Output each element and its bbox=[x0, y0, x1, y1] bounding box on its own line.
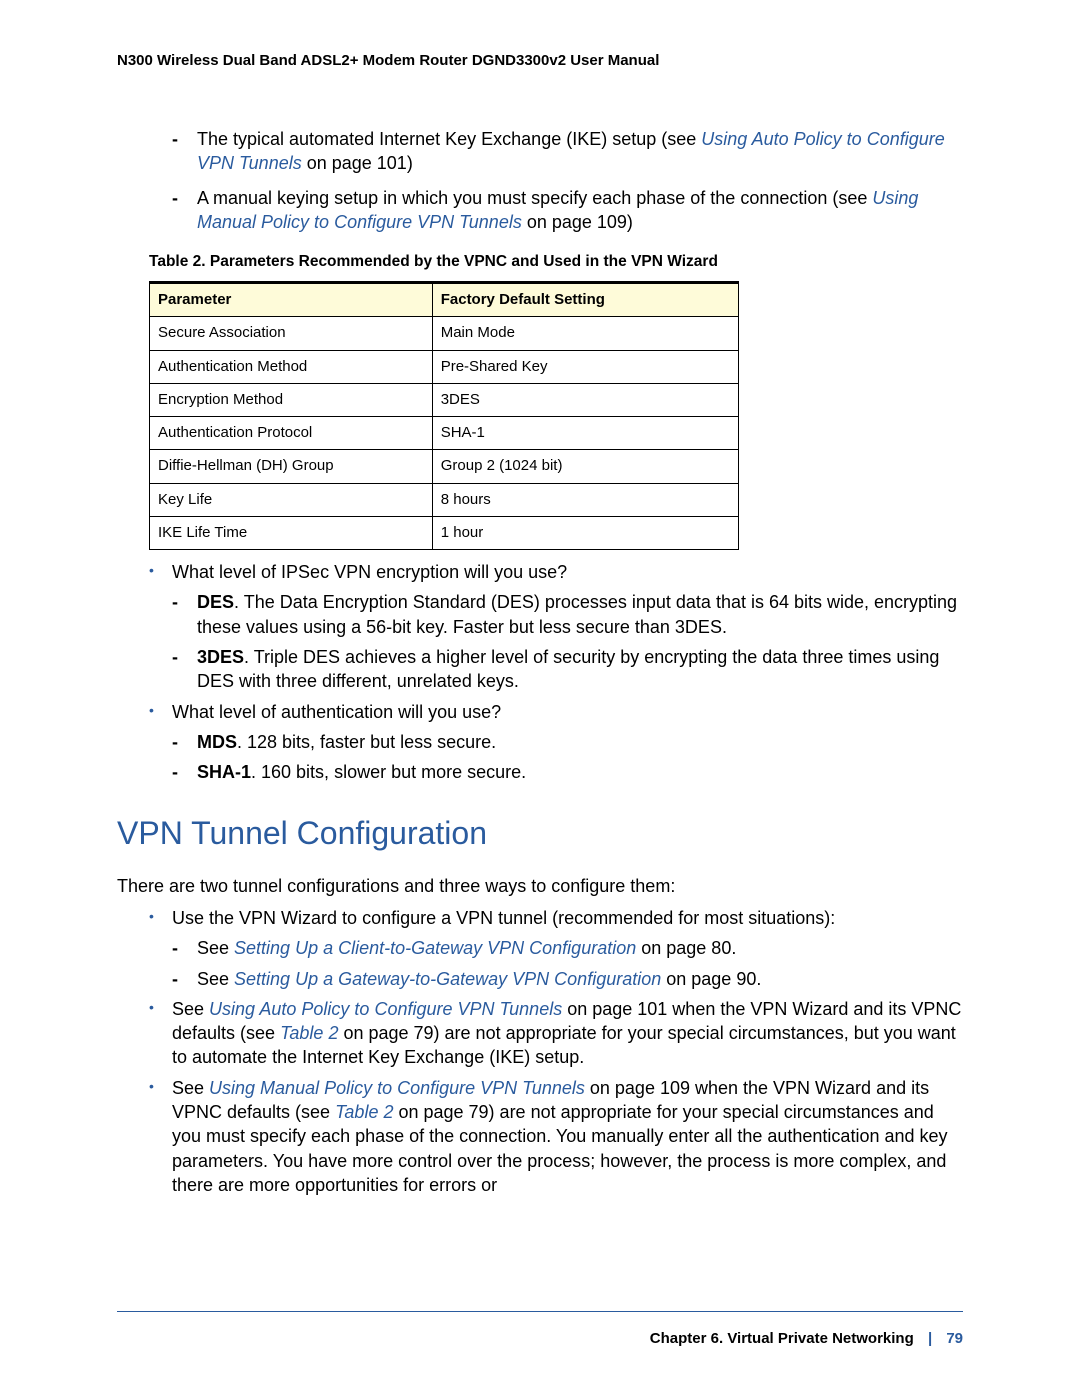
text: on page 80. bbox=[636, 938, 736, 958]
cell: Authentication Protocol bbox=[150, 417, 433, 450]
text: on page 109) bbox=[522, 212, 633, 232]
section-heading: VPN Tunnel Configuration bbox=[117, 812, 963, 855]
label: DES bbox=[197, 592, 234, 612]
link-client-gateway[interactable]: Setting Up a Client-to-Gateway VPN Confi… bbox=[234, 938, 636, 958]
list-item: See Using Manual Policy to Configure VPN… bbox=[117, 1076, 963, 1197]
list-item: See Setting Up a Client-to-Gateway VPN C… bbox=[172, 936, 963, 960]
footer-separator: | bbox=[918, 1330, 942, 1347]
cell: Pre-Shared Key bbox=[432, 350, 738, 383]
label: SHA-1 bbox=[197, 762, 251, 782]
text: See bbox=[172, 999, 209, 1019]
text: on page 101) bbox=[302, 153, 413, 173]
text: What level of authentication will you us… bbox=[172, 702, 501, 722]
cell: Authentication Method bbox=[150, 350, 433, 383]
cell: 1 hour bbox=[432, 516, 738, 549]
manual-header: N300 Wireless Dual Band ADSL2+ Modem Rou… bbox=[117, 52, 963, 69]
list-item: What level of IPSec VPN encryption will … bbox=[117, 560, 963, 693]
cell: IKE Life Time bbox=[150, 516, 433, 549]
table-row: IKE Life Time1 hour bbox=[150, 516, 739, 549]
list-item: What level of authentication will you us… bbox=[117, 700, 963, 785]
cell: 8 hours bbox=[432, 483, 738, 516]
intro-list: The typical automated Internet Key Excha… bbox=[117, 127, 963, 234]
list-item: 3DES. Triple DES achieves a higher level… bbox=[172, 645, 963, 694]
list-item: See Using Auto Policy to Configure VPN T… bbox=[117, 997, 963, 1070]
parameters-table: Parameter Factory Default Setting Secure… bbox=[149, 281, 739, 550]
text: What level of IPSec VPN encryption will … bbox=[172, 562, 567, 582]
page-number: 79 bbox=[946, 1330, 963, 1347]
table-row: Authentication ProtocolSHA-1 bbox=[150, 417, 739, 450]
list-item: Use the VPN Wizard to configure a VPN tu… bbox=[117, 906, 963, 991]
label: MDS bbox=[197, 732, 237, 752]
text: See bbox=[197, 969, 234, 989]
text: . The Data Encryption Standard (DES) pro… bbox=[197, 592, 957, 636]
list-item: MDS. 128 bits, faster but less secure. bbox=[172, 730, 963, 754]
text: Use the VPN Wizard to configure a VPN tu… bbox=[172, 908, 835, 928]
list-item: The typical automated Internet Key Excha… bbox=[117, 127, 963, 176]
table-row: Encryption Method3DES bbox=[150, 383, 739, 416]
text: . 128 bits, faster but less secure. bbox=[237, 732, 496, 752]
config-list: Use the VPN Wizard to configure a VPN tu… bbox=[117, 906, 963, 1197]
list-item: DES. The Data Encryption Standard (DES) … bbox=[172, 590, 963, 639]
cell: Group 2 (1024 bit) bbox=[432, 450, 738, 483]
cell: Secure Association bbox=[150, 317, 433, 350]
link-table2[interactable]: Table 2 bbox=[280, 1023, 338, 1043]
cell: SHA-1 bbox=[432, 417, 738, 450]
text: on page 90. bbox=[661, 969, 761, 989]
table-caption: Table 2. Parameters Recommended by the V… bbox=[117, 252, 963, 273]
section-intro: There are two tunnel configurations and … bbox=[117, 874, 963, 898]
text: See bbox=[172, 1078, 209, 1098]
list-item: SHA-1. 160 bits, slower but more secure. bbox=[172, 760, 963, 784]
link-table2-b[interactable]: Table 2 bbox=[335, 1102, 393, 1122]
cell: Main Mode bbox=[432, 317, 738, 350]
table-row: Authentication MethodPre-Shared Key bbox=[150, 350, 739, 383]
cell: Diffie-Hellman (DH) Group bbox=[150, 450, 433, 483]
footer-divider bbox=[117, 1311, 963, 1312]
table-row: Key Life8 hours bbox=[150, 483, 739, 516]
text: . Triple DES achieves a higher level of … bbox=[197, 647, 939, 691]
text: The typical automated Internet Key Excha… bbox=[197, 129, 701, 149]
text: A manual keying setup in which you must … bbox=[197, 188, 872, 208]
table-row: Diffie-Hellman (DH) GroupGroup 2 (1024 b… bbox=[150, 450, 739, 483]
page-footer: Chapter 6. Virtual Private Networking | … bbox=[117, 1311, 963, 1347]
table-row: Secure AssociationMain Mode bbox=[150, 317, 739, 350]
footer-chapter: Chapter 6. Virtual Private Networking bbox=[650, 1330, 914, 1347]
list-item: A manual keying setup in which you must … bbox=[117, 186, 963, 235]
text: . 160 bits, slower but more secure. bbox=[251, 762, 526, 782]
table-header-default: Factory Default Setting bbox=[432, 283, 738, 317]
cell: Key Life bbox=[150, 483, 433, 516]
cell: Encryption Method bbox=[150, 383, 433, 416]
link-gateway-gateway[interactable]: Setting Up a Gateway-to-Gateway VPN Conf… bbox=[234, 969, 661, 989]
text: See bbox=[197, 938, 234, 958]
cell: 3DES bbox=[432, 383, 738, 416]
table-header-parameter: Parameter bbox=[150, 283, 433, 317]
link-auto-policy-2[interactable]: Using Auto Policy to Configure VPN Tunne… bbox=[209, 999, 562, 1019]
link-manual-policy-2[interactable]: Using Manual Policy to Configure VPN Tun… bbox=[209, 1078, 585, 1098]
question-list: What level of IPSec VPN encryption will … bbox=[117, 560, 963, 784]
label: 3DES bbox=[197, 647, 244, 667]
list-item: See Setting Up a Gateway-to-Gateway VPN … bbox=[172, 967, 963, 991]
